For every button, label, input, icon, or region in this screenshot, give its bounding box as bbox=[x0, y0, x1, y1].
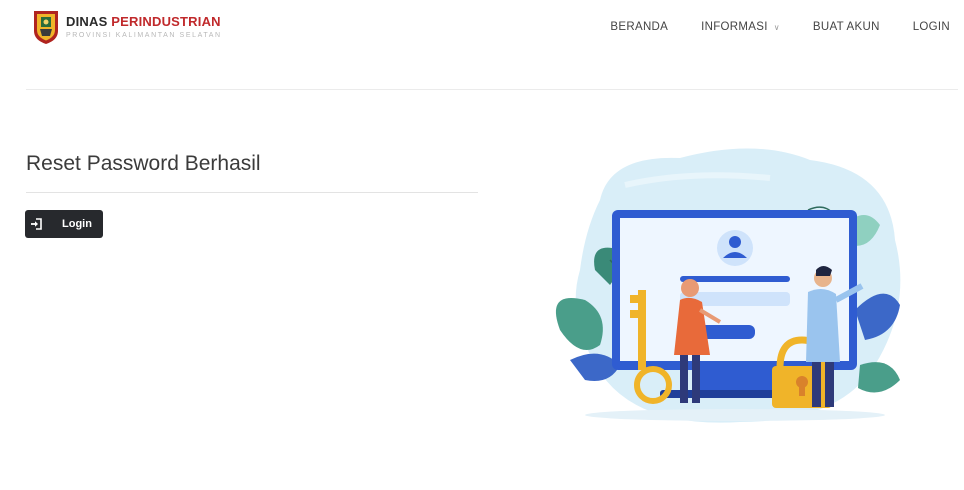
header-divider bbox=[26, 89, 958, 90]
nav-item-informasi[interactable]: INFORMASI ∨ bbox=[701, 21, 780, 33]
login-button-label: Login bbox=[62, 218, 92, 230]
nav-item-label: BERANDA bbox=[610, 21, 669, 33]
shield-logo-icon bbox=[34, 11, 58, 44]
nav-item-buat-akun[interactable]: BUAT AKUN bbox=[813, 21, 880, 33]
main-nav: BERANDA INFORMASI ∨ BUAT AKUN LOGIN bbox=[577, 21, 950, 33]
nav-item-label: LOGIN bbox=[912, 21, 950, 33]
page-title: Reset Password Berhasil bbox=[26, 152, 261, 175]
nav-item-login[interactable]: LOGIN bbox=[913, 21, 950, 33]
login-illustration bbox=[555, 148, 901, 423]
brand-subtitle: PROVINSI KALIMANTAN SELATAN bbox=[66, 31, 222, 39]
nav-item-label: INFORMASI bbox=[701, 21, 768, 33]
brand[interactable]: DINAS PERINDUSTRIAN PROVINSI KALIMANTAN … bbox=[32, 9, 222, 45]
login-button[interactable]: Login bbox=[25, 210, 103, 238]
brand-title: DINAS PERINDUSTRIAN bbox=[66, 14, 222, 30]
nav-item-label: BUAT AKUN bbox=[812, 21, 880, 33]
brand-text: DINAS PERINDUSTRIAN PROVINSI KALIMANTAN … bbox=[66, 14, 222, 41]
brand-title-part1: DINAS bbox=[66, 13, 108, 29]
navbar: DINAS PERINDUSTRIAN PROVINSI KALIMANTAN … bbox=[0, 0, 964, 62]
title-divider bbox=[26, 192, 478, 193]
brand-title-part2: PERINDUSTRIAN bbox=[111, 13, 221, 29]
nav-item-beranda[interactable]: BERANDA bbox=[610, 21, 668, 33]
chevron-down-icon: ∨ bbox=[773, 22, 780, 32]
sign-in-icon bbox=[31, 218, 42, 230]
